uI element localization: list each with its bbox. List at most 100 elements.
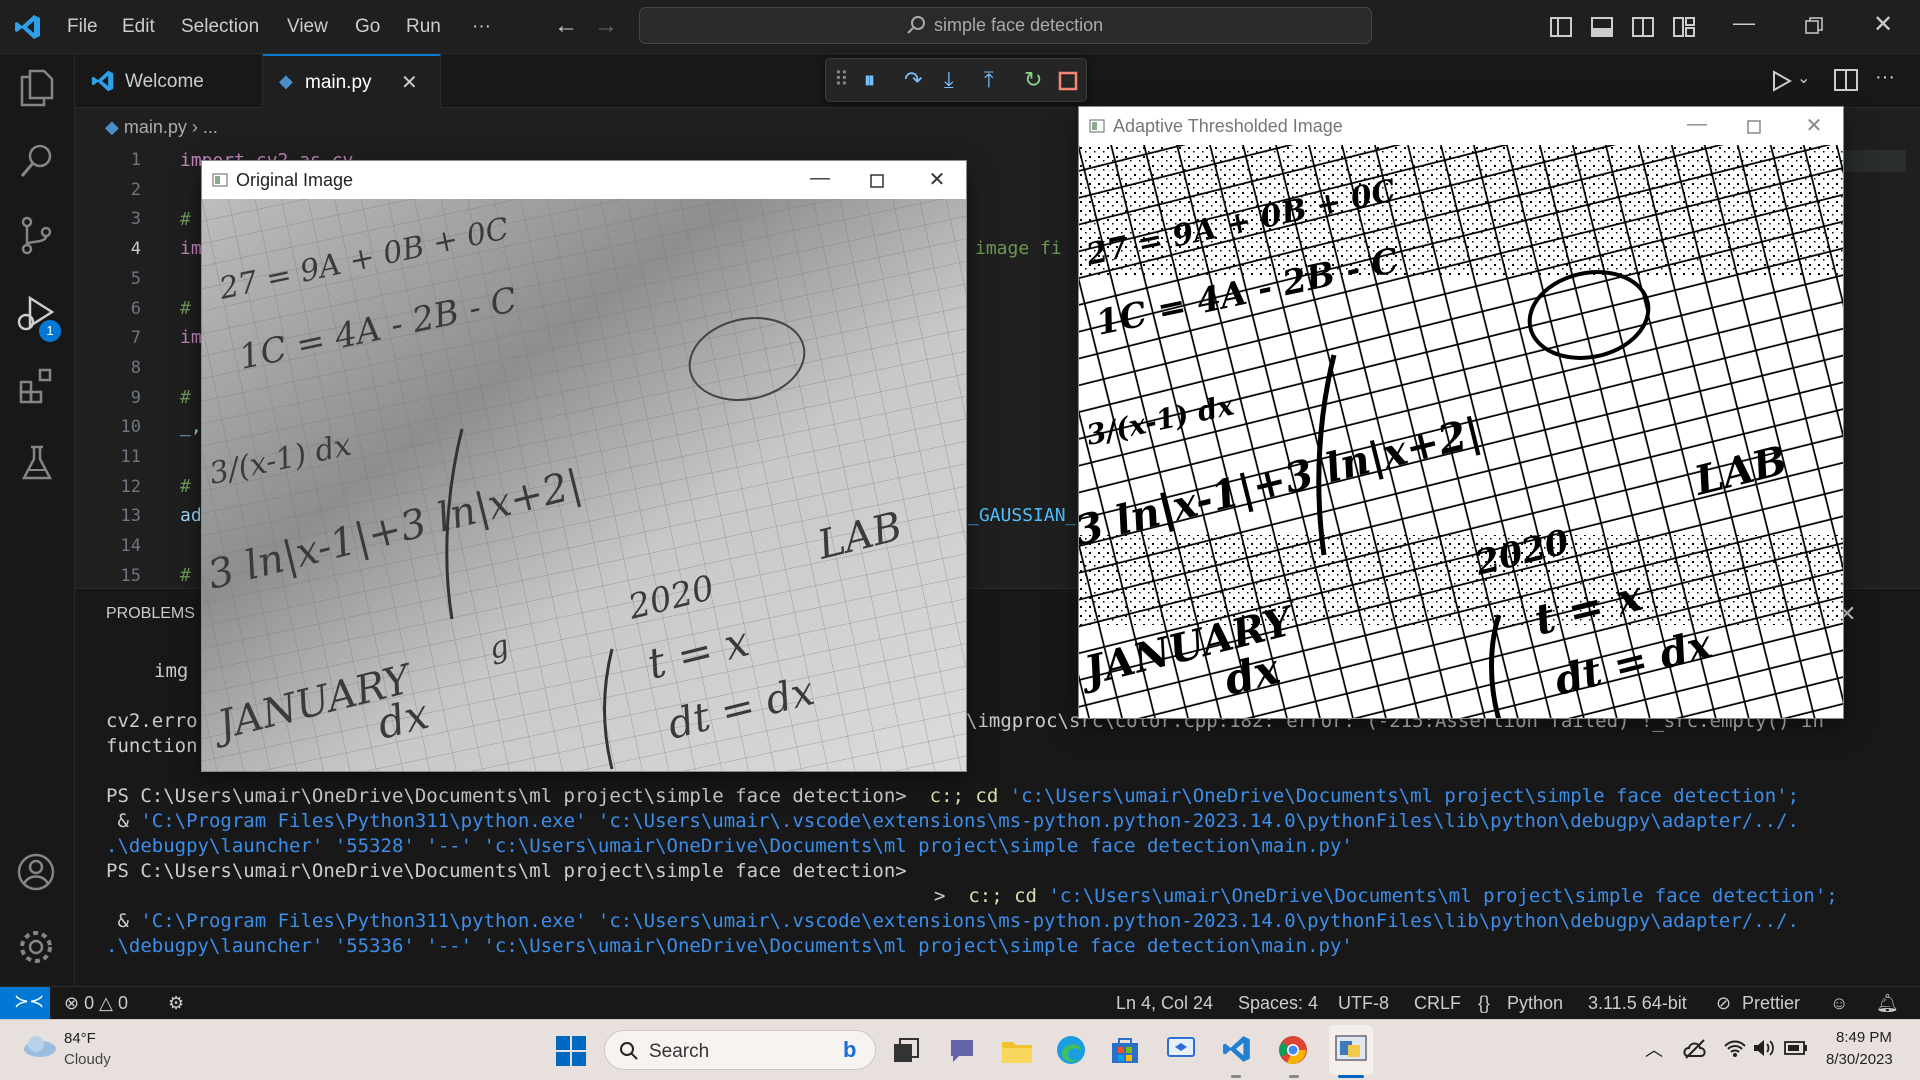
vscode-running-indicator bbox=[1231, 1075, 1241, 1078]
clock-date[interactable]: 8/30/2023 bbox=[1826, 1051, 1893, 1068]
original-window-titlebar[interactable]: Original Image — ✕ bbox=[202, 161, 966, 199]
problems-indicator[interactable]: ⊗ 0 △ 0 bbox=[64, 993, 128, 1014]
ps2-arrow: > bbox=[934, 885, 946, 907]
original-minimize-icon[interactable]: — bbox=[805, 167, 835, 190]
vscode-taskbar-icon[interactable] bbox=[1222, 1034, 1252, 1064]
step-into-icon[interactable]: ⤓ bbox=[944, 67, 954, 93]
vscode-tab-icon bbox=[91, 70, 114, 92]
wifi-icon[interactable] bbox=[1723, 1038, 1747, 1058]
minimap[interactable] bbox=[1838, 150, 1906, 172]
tab-welcome[interactable]: Welcome bbox=[75, 54, 263, 108]
settings-gear-icon[interactable] bbox=[16, 927, 56, 967]
search-sidebar-icon[interactable] bbox=[18, 142, 56, 180]
menu-edit[interactable]: Edit bbox=[122, 16, 155, 38]
menu-run[interactable]: Run bbox=[406, 16, 441, 38]
breadcrumb-file[interactable]: main.py bbox=[124, 117, 187, 137]
testing-flask-icon[interactable] bbox=[20, 444, 54, 482]
menu-selection[interactable]: Selection bbox=[181, 16, 259, 38]
breadcrumb-separator-icon: › bbox=[191, 117, 203, 137]
taskbar-search-box[interactable]: Search b bbox=[604, 1030, 876, 1070]
adaptive-threshold-window[interactable]: Adaptive Thresholded Image — ✕ 27 = 9A +… bbox=[1078, 106, 1844, 719]
encoding[interactable]: UTF-8 bbox=[1338, 993, 1389, 1014]
vscode-logo-icon[interactable] bbox=[14, 13, 42, 41]
activity-bar: 1 bbox=[0, 54, 75, 986]
breadcrumb-more[interactable]: ... bbox=[203, 117, 218, 137]
accounts-icon[interactable] bbox=[16, 852, 56, 892]
chevron-down-icon[interactable]: ⌄ bbox=[1797, 68, 1810, 88]
file-explorer-icon[interactable] bbox=[1001, 1036, 1033, 1064]
source-control-icon[interactable] bbox=[18, 216, 56, 256]
debug-status-icon[interactable]: ⚙ bbox=[168, 993, 184, 1014]
original-maximize-icon[interactable] bbox=[870, 174, 884, 188]
tab-main-py-label: main.py bbox=[305, 72, 372, 93]
toggle-secondary-sidebar-icon[interactable] bbox=[1632, 16, 1654, 38]
more-actions-icon[interactable]: ··· bbox=[1875, 66, 1895, 89]
close-window-icon[interactable]: ✕ bbox=[1873, 10, 1893, 39]
ps2-cmd-a: c:; cd bbox=[968, 885, 1037, 907]
adaptive-window-titlebar[interactable]: Adaptive Thresholded Image — ✕ bbox=[1079, 107, 1843, 145]
tab-main-py[interactable]: ◆ main.py ✕ bbox=[263, 54, 441, 108]
split-editor-icon[interactable] bbox=[1834, 69, 1858, 91]
cloud-sync-icon[interactable] bbox=[1683, 1038, 1707, 1060]
minimize-window-icon[interactable]: — bbox=[1733, 10, 1755, 36]
show-hidden-icons-chevron-icon[interactable]: ︿ bbox=[1645, 1036, 1663, 1062]
feedback-icon[interactable]: ☺ bbox=[1830, 993, 1848, 1014]
menu-view[interactable]: View bbox=[287, 16, 328, 38]
remote-indicator[interactable]: ≻≺ bbox=[0, 987, 50, 1020]
window-app-icon bbox=[212, 173, 228, 187]
teams-chat-icon[interactable] bbox=[947, 1036, 977, 1066]
extensions-icon[interactable] bbox=[18, 366, 56, 404]
python-breadcrumb-icon: ◆ bbox=[105, 117, 119, 137]
weather-temp[interactable]: 84°F bbox=[64, 1030, 96, 1047]
restart-icon[interactable]: ↻ bbox=[1024, 67, 1042, 93]
microsoft-store-icon[interactable] bbox=[1110, 1035, 1140, 1065]
pause-icon[interactable]: ⏸ bbox=[864, 67, 875, 93]
menu-go[interactable]: Go bbox=[355, 16, 380, 38]
chrome-browser-icon[interactable] bbox=[1278, 1035, 1308, 1065]
edge-browser-icon[interactable] bbox=[1056, 1035, 1086, 1065]
step-out-icon[interactable]: ⤒ bbox=[984, 67, 994, 93]
terminal-ps2-line-3: .\debugpy\launcher' '55336' '--' 'c:\Use… bbox=[106, 935, 1353, 957]
toggle-primary-sidebar-icon[interactable] bbox=[1550, 16, 1572, 38]
menu-more[interactable]: ··· bbox=[472, 16, 491, 38]
notifications-bell-icon[interactable]: 🔔︎ bbox=[1876, 993, 1899, 1014]
remote-desktop-icon[interactable] bbox=[1167, 1037, 1195, 1063]
windows-start-icon[interactable] bbox=[556, 1036, 586, 1066]
python-window-icon[interactable] bbox=[1335, 1035, 1367, 1065]
ps1-amp: & bbox=[106, 810, 129, 832]
ps1-cmd-a: c:; cd bbox=[929, 785, 999, 807]
close-tab-icon[interactable]: ✕ bbox=[401, 70, 418, 95]
weather-desc[interactable]: Cloudy bbox=[64, 1051, 111, 1068]
line-number: 12 bbox=[120, 476, 141, 497]
adaptive-minimize-icon[interactable]: — bbox=[1682, 113, 1712, 136]
original-image-window[interactable]: Original Image — ✕ 27 = 9A + 0B + 0C 1C … bbox=[201, 160, 967, 772]
restore-window-icon[interactable] bbox=[1805, 17, 1823, 35]
language-mode[interactable]: Python bbox=[1507, 993, 1563, 1014]
forward-arrow-icon[interactable]: → bbox=[594, 12, 618, 40]
explorer-icon[interactable] bbox=[18, 68, 56, 108]
cursor-position[interactable]: Ln 4, Col 24 bbox=[1116, 993, 1213, 1014]
task-view-icon[interactable] bbox=[893, 1038, 919, 1064]
python-interpreter[interactable]: 3.11.5 64-bit bbox=[1588, 993, 1687, 1014]
tab-problems[interactable]: PROBLEMS bbox=[106, 605, 195, 623]
terminal-ps1-line-2: & 'C:\Program Files\Python311\python.exe… bbox=[106, 810, 1799, 832]
original-close-icon[interactable]: ✕ bbox=[922, 167, 952, 192]
clock-time[interactable]: 8:49 PM bbox=[1836, 1029, 1892, 1046]
run-python-file-icon[interactable] bbox=[1770, 70, 1792, 92]
customize-layout-icon[interactable] bbox=[1673, 16, 1695, 38]
prettier-status[interactable]: Prettier bbox=[1742, 993, 1800, 1014]
step-over-icon[interactable]: ↷ bbox=[904, 67, 922, 93]
stop-icon[interactable] bbox=[1058, 71, 1078, 91]
adaptive-maximize-icon[interactable] bbox=[1747, 120, 1761, 134]
volume-icon[interactable] bbox=[1752, 1038, 1776, 1058]
title-bar: File Edit Selection View Go Run ··· ← → … bbox=[0, 0, 1920, 54]
drag-handle-icon[interactable]: ⠿ bbox=[834, 67, 849, 92]
back-arrow-icon[interactable]: ← bbox=[554, 12, 578, 40]
cloudy-weather-icon[interactable] bbox=[20, 1033, 58, 1059]
toggle-panel-icon[interactable] bbox=[1591, 16, 1613, 38]
indentation[interactable]: Spaces: 4 bbox=[1238, 993, 1318, 1014]
adaptive-close-icon[interactable]: ✕ bbox=[1799, 113, 1829, 138]
battery-icon[interactable] bbox=[1784, 1040, 1808, 1056]
menu-file[interactable]: File bbox=[67, 16, 98, 38]
line-ending[interactable]: CRLF bbox=[1414, 993, 1461, 1014]
